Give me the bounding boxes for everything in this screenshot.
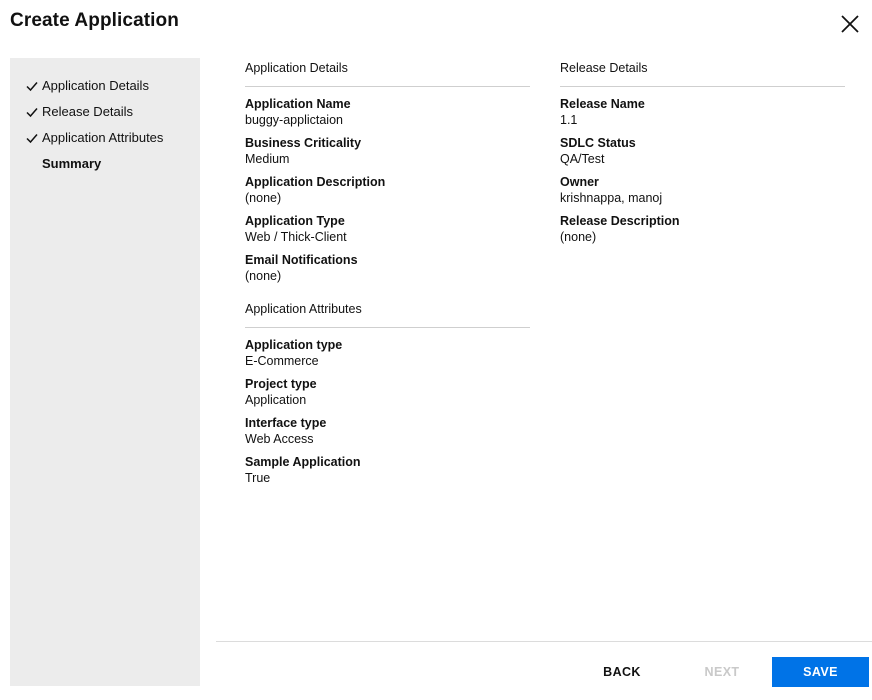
field-value: (none): [245, 191, 282, 205]
field-value: True: [245, 471, 271, 485]
field-value: krishnappa, manoj: [560, 191, 663, 205]
close-icon: [841, 15, 859, 33]
field-application-type: Application Type Web / Thick-Client: [245, 213, 530, 246]
dialog-title: Create Application: [10, 10, 179, 31]
field-attr-interface-type: Interface type Web Access: [245, 415, 530, 448]
field-attr-application-type: Application type E-Commerce: [245, 337, 530, 370]
field-label: Application Type: [245, 214, 345, 228]
field-label: SDLC Status: [560, 136, 636, 150]
wizard-steps-sidebar: Application Details Release Details Appl…: [10, 58, 200, 686]
field-owner: Owner krishnappa, manoj: [560, 174, 845, 207]
right-column: Release Details Release Name 1.1 SDLC St…: [560, 58, 845, 252]
field-value: QA/Test: [560, 152, 605, 166]
field-value: Web / Thick-Client: [245, 230, 347, 244]
field-attr-project-type: Project type Application: [245, 376, 530, 409]
step-label: Summary: [42, 156, 102, 171]
field-value: E-Commerce: [245, 354, 319, 368]
save-button[interactable]: SAVE: [772, 657, 869, 687]
field-label: Application Name: [245, 97, 351, 111]
step-application-details[interactable]: Application Details: [10, 77, 200, 103]
field-label: Interface type: [245, 416, 327, 430]
field-release-description: Release Description (none): [560, 213, 845, 246]
field-business-criticality: Business Criticality Medium: [245, 135, 530, 168]
checkmark-icon: [26, 82, 38, 92]
field-email-notifications: Email Notifications (none): [245, 252, 530, 285]
step-application-attributes[interactable]: Application Attributes: [10, 129, 200, 155]
field-label: Release Description: [560, 214, 680, 228]
section-header-application-details: Application Details: [245, 58, 530, 87]
section-header-release-details: Release Details: [560, 58, 845, 87]
field-label: Business Criticality: [245, 136, 362, 150]
step-label: Application Attributes: [42, 130, 164, 145]
field-sdlc-status: SDLC Status QA/Test: [560, 135, 845, 168]
field-value: 1.1: [560, 113, 578, 127]
left-column: Application Details Application Name bug…: [245, 58, 530, 493]
field-application-description: Application Description (none): [245, 174, 530, 207]
field-value: (none): [560, 230, 597, 244]
field-label: Project type: [245, 377, 317, 391]
field-value: Web Access: [245, 432, 314, 446]
create-application-dialog: Create Application Application Details R…: [0, 0, 872, 700]
step-release-details[interactable]: Release Details: [10, 103, 200, 129]
next-button[interactable]: NEXT: [692, 657, 752, 687]
field-label: Release Name: [560, 97, 645, 111]
step-label: Release Details: [42, 104, 134, 119]
field-label: Sample Application: [245, 455, 361, 469]
field-value: Medium: [245, 152, 290, 166]
footer-divider: [216, 641, 872, 642]
field-label: Application type: [245, 338, 343, 352]
step-summary[interactable]: Summary: [10, 155, 200, 181]
section-header-application-attributes: Application Attributes: [245, 299, 530, 328]
field-application-name: Application Name buggy-applictaion: [245, 96, 530, 129]
field-release-name: Release Name 1.1: [560, 96, 845, 129]
field-value: buggy-applictaion: [245, 113, 343, 127]
field-label: Application Description: [245, 175, 386, 189]
field-value: (none): [245, 269, 282, 283]
field-label: Email Notifications: [245, 253, 358, 267]
step-label: Application Details: [42, 78, 149, 93]
checkmark-icon: [26, 108, 38, 118]
close-button[interactable]: [838, 12, 862, 36]
checkmark-icon: [26, 134, 38, 144]
field-label: Owner: [560, 175, 599, 189]
field-attr-sample-application: Sample Application True: [245, 454, 530, 487]
back-button[interactable]: BACK: [592, 657, 652, 687]
field-value: Application: [245, 393, 307, 407]
